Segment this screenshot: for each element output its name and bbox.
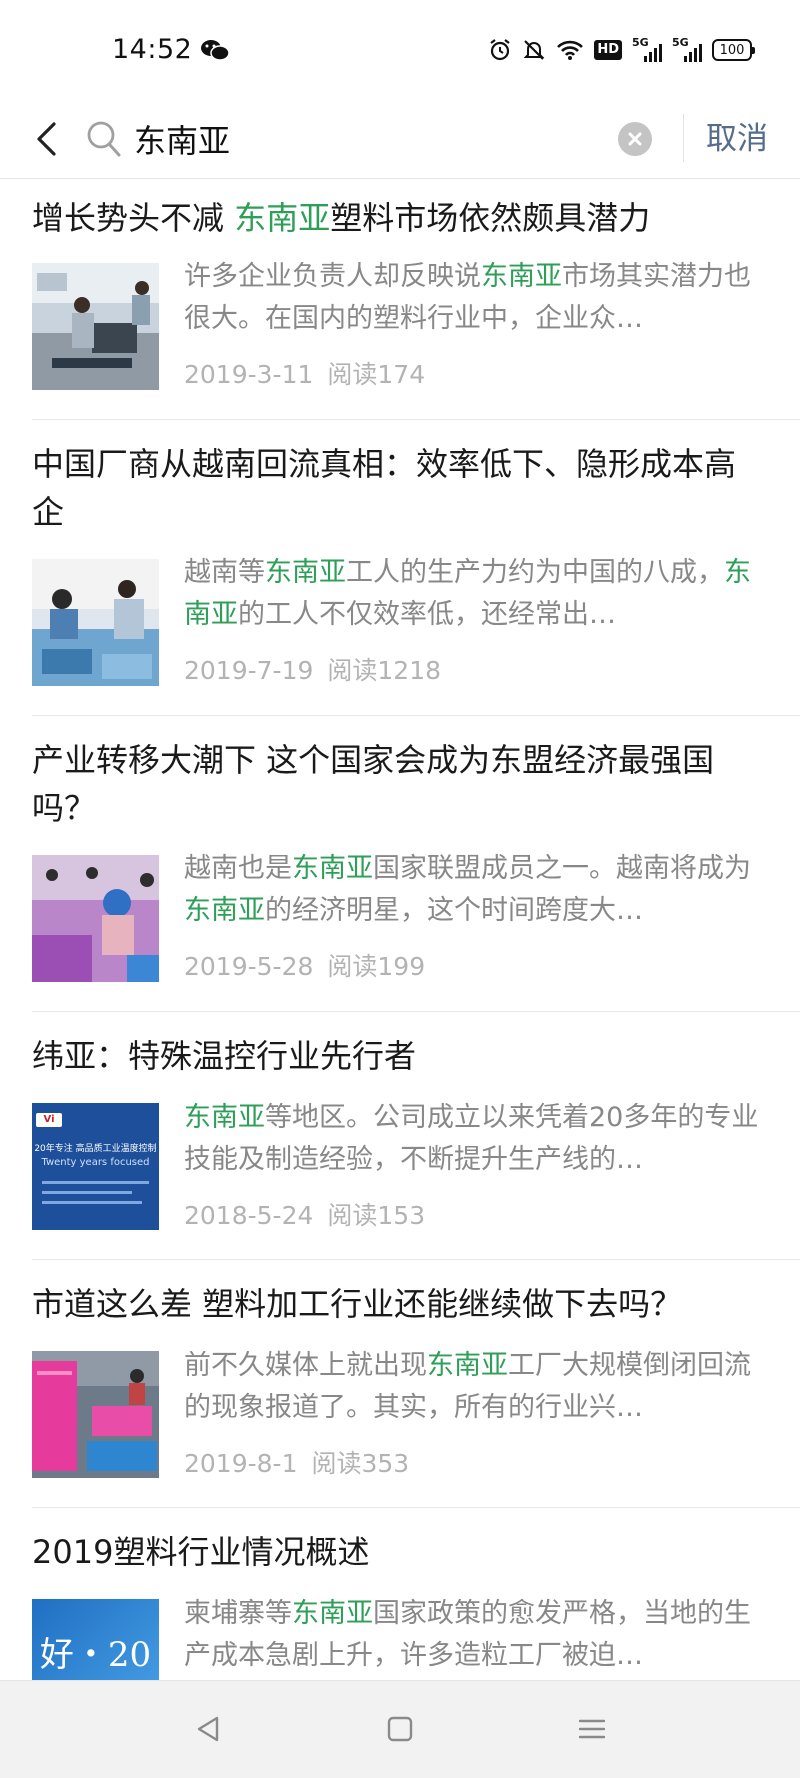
banner-text: 20年专注 高品质工业温度控制 bbox=[34, 1144, 157, 1154]
search-bar: 取消 bbox=[0, 100, 800, 179]
banner-text: 好・20 bbox=[39, 1635, 152, 1675]
result-title[interactable]: 纬亚：特殊温控行业先行者 bbox=[32, 1032, 762, 1080]
clear-button[interactable] bbox=[618, 122, 652, 156]
result-reads: 阅读353 bbox=[311, 1449, 410, 1478]
list-item[interactable]: 纬亚：特殊温控行业先行者 Vi 20年专注 高品质工业温度控制 Twenty y… bbox=[0, 1012, 800, 1260]
list-item[interactable]: 增长势头不减 东南亚塑料市场依然颇具潜力 许多企业负责人却反映说东南亚市场其实潜… bbox=[0, 180, 800, 420]
search-input[interactable] bbox=[134, 114, 604, 164]
result-title[interactable]: 增长势头不减 东南亚塑料市场依然颇具潜力 bbox=[32, 194, 762, 242]
search-results-list: 增长势头不减 东南亚塑料市场依然颇具潜力 许多企业负责人却反映说东南亚市场其实潜… bbox=[0, 180, 800, 1726]
result-snippet: 东南亚等地区。公司成立以来凭着20多年的专业技能及制造经验，不断提升生产线的… bbox=[184, 1102, 759, 1175]
back-button[interactable] bbox=[26, 114, 66, 164]
result-reads: 阅读153 bbox=[327, 1201, 426, 1230]
result-date: 2019-8-1 bbox=[184, 1449, 298, 1478]
back-nav-icon[interactable] bbox=[188, 1709, 228, 1749]
garment-workers-image[interactable] bbox=[32, 559, 159, 686]
result-meta: 2018-5-24 阅读153 bbox=[184, 1196, 425, 1232]
back-arrow-icon bbox=[37, 122, 56, 156]
result-date: 2018-5-24 bbox=[184, 1201, 314, 1230]
result-snippet: 许多企业负责人却反映说东南亚市场其实潜力也很大。在国内的塑料行业中，企业众… bbox=[184, 261, 751, 334]
wifi-icon bbox=[556, 39, 584, 61]
plastic-products-image[interactable] bbox=[32, 1351, 159, 1478]
result-title[interactable]: 市道这么差 塑料加工行业还能继续做下去吗？ bbox=[32, 1280, 762, 1328]
factory-workers-image[interactable] bbox=[32, 263, 159, 390]
signal-5g-icon: 5G bbox=[672, 36, 702, 62]
divider bbox=[683, 114, 684, 162]
result-date: 2019-3-11 bbox=[184, 360, 314, 389]
result-title[interactable]: 产业转移大潮下 这个国家会成为东盟经济最强国吗？ bbox=[32, 736, 762, 832]
wechat-icon bbox=[200, 38, 230, 66]
result-snippet: 柬埔寨等东南亚国家政策的愈发严格，当地的生产成本急剧上升，许多造粒工厂被迫… bbox=[184, 1598, 751, 1671]
result-meta: 2019-5-28 阅读199 bbox=[184, 947, 425, 983]
result-snippet: 越南也是东南亚国家联盟成员之一。越南将成为东南亚的经济明星，这个时间跨度大… bbox=[184, 853, 751, 926]
result-reads: 阅读199 bbox=[327, 952, 426, 981]
result-date: 2019-7-19 bbox=[184, 656, 314, 685]
result-snippet: 前不久媒体上就出现东南亚工厂大规模倒闭回流的现象报道了。其实，所有的行业兴… bbox=[184, 1350, 751, 1423]
status-bar: 14:52 HD 5G 5G 100 bbox=[0, 0, 800, 100]
company-logo: Vi bbox=[36, 1113, 62, 1127]
cancel-button[interactable]: 取消 bbox=[706, 114, 768, 164]
menu-nav-icon[interactable] bbox=[572, 1709, 612, 1749]
close-icon bbox=[628, 132, 642, 146]
battery-icon: 100 bbox=[712, 39, 755, 61]
alarm-icon bbox=[488, 38, 512, 62]
list-item[interactable]: 中国厂商从越南回流真相：效率低下、隐形成本高企 越南等东南亚工人的生产力约为中国… bbox=[0, 420, 800, 716]
signal-5g-icon: 5G bbox=[632, 36, 662, 62]
result-title[interactable]: 中国厂商从越南回流真相：效率低下、隐形成本高企 bbox=[32, 440, 762, 536]
system-navigation-bar bbox=[0, 1680, 800, 1778]
result-meta: 2019-7-19 阅读1218 bbox=[184, 651, 441, 687]
sewing-workers-image[interactable] bbox=[32, 855, 159, 982]
result-title[interactable]: 2019塑料行业情况概述 bbox=[32, 1528, 762, 1576]
result-meta: 2019-3-11 阅读174 bbox=[184, 355, 425, 391]
result-snippet: 越南等东南亚工人的生产力约为中国的八成，东南亚的工人不仅效率低，还经常出… bbox=[184, 557, 751, 630]
list-item[interactable]: 2019塑料行业情况概述 好・20 柬埔寨等东南亚国家政策的愈发严格，当地的生产… bbox=[0, 1508, 800, 1726]
search-icon bbox=[86, 120, 122, 162]
list-item[interactable]: 产业转移大潮下 这个国家会成为东盟经济最强国吗？ 越南也是东南亚国家联盟成员之一… bbox=[0, 716, 800, 1012]
result-reads: 阅读1218 bbox=[327, 656, 442, 685]
home-nav-icon[interactable] bbox=[380, 1709, 420, 1749]
result-reads: 阅读174 bbox=[327, 360, 426, 389]
company-banner-image[interactable]: Vi 20年专注 高品质工业温度控制 Twenty years focused bbox=[32, 1103, 159, 1230]
status-time: 14:52 bbox=[112, 34, 193, 65]
banner-subtext: Twenty years focused bbox=[41, 1157, 150, 1168]
result-meta: 2019-8-1 阅读353 bbox=[184, 1444, 409, 1480]
hd-icon: HD bbox=[594, 40, 622, 60]
mute-icon bbox=[522, 38, 546, 62]
result-date: 2019-5-28 bbox=[184, 952, 314, 981]
list-item[interactable]: 市道这么差 塑料加工行业还能继续做下去吗？ 前不久媒体上就出现东南亚工厂大规模倒… bbox=[0, 1260, 800, 1508]
